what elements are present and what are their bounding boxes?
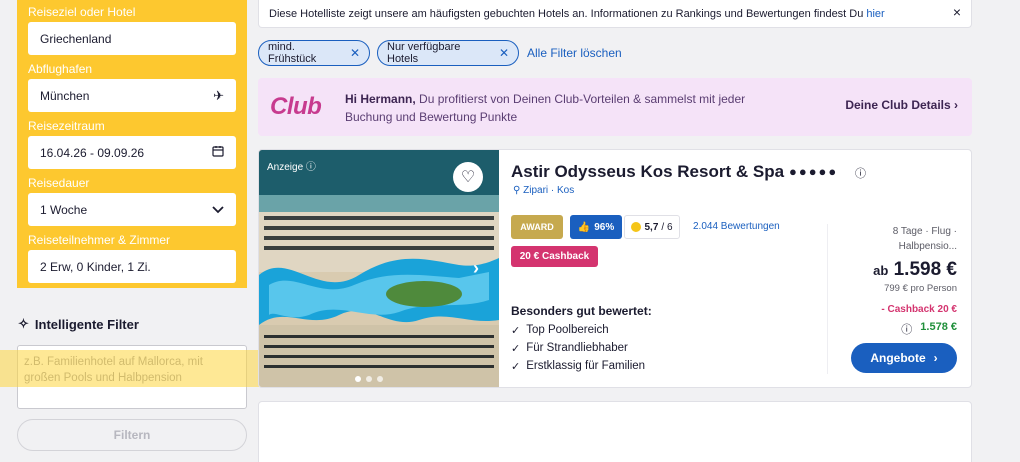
info-banner: Diese Hotelliste zeigt unsere am häufigs… <box>258 0 972 28</box>
check-icon: ✓ <box>511 325 521 337</box>
club-text: Hi Hermann, Du profitierst von Deinen Cl… <box>345 92 746 124</box>
travelers-field[interactable]: 2 Erw, 0 Kinder, 1 Zi. <box>28 250 236 283</box>
check-icon: ✓ <box>511 343 521 355</box>
info-icon[interactable]: ⓘ <box>855 165 866 181</box>
hotel-image[interactable]: Anzeige ⓘ ♡ › <box>259 150 499 387</box>
hotel-location[interactable]: ⚲ Zipari · Kos <box>513 185 574 196</box>
chevron-right-icon[interactable]: › <box>473 258 479 279</box>
travelers-label: Reiseteilnehmer & Zimmer <box>28 233 171 247</box>
airport-label: Abflughafen <box>28 62 93 76</box>
cashback-badge: 20 € Cashback <box>511 246 598 267</box>
price-column: 8 Tage · Flug · Halbpensio... ab 1.598 €… <box>827 224 969 374</box>
duration-select[interactable]: 1 Woche <box>28 193 236 226</box>
close-icon[interactable]: × <box>953 4 961 20</box>
thumbs-up-icon: 👍 <box>577 221 591 233</box>
price: ab 1.598 € <box>873 259 957 280</box>
travelers-value: 2 Erw, 0 Kinder, 1 Zi. <box>40 259 151 274</box>
club-banner: Club Hi Hermann, Du profitierst von Dein… <box>258 78 972 136</box>
clear-filters-link[interactable]: Alle Filter löschen <box>527 46 622 60</box>
club-logo: Club <box>270 93 322 120</box>
calendar-icon <box>212 145 224 160</box>
cashback-line: - Cashback 20 € <box>881 304 957 315</box>
club-details-link[interactable]: Deine Club Details › <box>845 98 958 112</box>
filter-chip-breakfast[interactable]: mind. Frühstück ✕ <box>258 40 370 66</box>
destination-field[interactable]: Griechenland <box>28 22 236 55</box>
destination-label: Reiseziel oder Hotel <box>28 5 136 19</box>
heart-icon[interactable]: ♡ <box>453 162 483 192</box>
feature-item: ✓ Für Strandliebhaber <box>511 342 628 355</box>
close-icon[interactable]: ✕ <box>350 46 360 60</box>
offers-button[interactable]: Angebote › <box>851 343 957 373</box>
plane-icon: ✈ <box>213 87 224 103</box>
location-pin-icon: ⚲ <box>513 185 521 196</box>
hotel-card-next[interactable] <box>258 401 972 462</box>
period-label: Reisezeitraum <box>28 119 105 133</box>
ad-badge: Anzeige ⓘ <box>267 162 316 173</box>
sparkle-icon: ✧ <box>18 316 29 331</box>
hotel-name[interactable]: Astir Odysseus Kos Resort & Spa <box>511 162 784 182</box>
close-icon[interactable]: ✕ <box>499 46 509 60</box>
hotel-stars: ●●●●● <box>789 164 839 179</box>
duration-value: 1 Woche <box>40 202 88 217</box>
final-price: ⓘ 1.578 € <box>901 321 957 336</box>
chevron-down-icon <box>212 202 224 217</box>
recommendation-badge: 👍 96% <box>570 215 622 239</box>
chevron-right-icon: › <box>933 351 938 365</box>
duration-label: Reisedauer <box>28 176 90 190</box>
feature-item: ✓ Erstklassig für Familien <box>511 360 646 373</box>
filter-button[interactable]: Filtern <box>17 419 247 451</box>
airport-value: München <box>40 88 90 103</box>
highlight-overlay <box>0 350 268 387</box>
airport-field[interactable]: München ✈ <box>28 79 236 112</box>
best-rated-title: Besonders gut bewertet: <box>511 304 652 318</box>
search-panel: Reiseziel oder Hotel Griechenland Abflug… <box>17 0 247 288</box>
info-banner-link[interactable]: hier <box>866 8 884 20</box>
info-icon: ⓘ <box>901 324 913 336</box>
period-value: 16.04.26 - 09.09.26 <box>40 145 145 160</box>
check-icon: ✓ <box>511 361 521 373</box>
filter-chip-available[interactable]: Nur verfügbare Hotels ✕ <box>377 40 519 66</box>
rating-box: 5,7/ 6 <box>624 215 680 239</box>
hotel-card[interactable]: Anzeige ⓘ ♡ › Astir Odysseus Kos Resort … <box>258 149 972 388</box>
award-badge: AWARD <box>511 215 563 239</box>
destination-value: Griechenland <box>40 31 112 46</box>
image-pagination <box>355 376 383 382</box>
review-count-link[interactable]: 2.044 Bewertungen <box>693 221 780 232</box>
smart-filter-title: ✧ Intelligente Filter <box>18 316 139 332</box>
price-per-person: 799 € pro Person <box>884 283 957 294</box>
travel-summary: 8 Tage · Flug · Halbpensio... <box>892 226 957 252</box>
info-banner-text: Diese Hotelliste zeigt unsere am häufigs… <box>269 7 864 20</box>
period-field[interactable]: 16.04.26 - 09.09.26 <box>28 136 236 169</box>
feature-item: ✓ Top Poolbereich <box>511 324 609 337</box>
